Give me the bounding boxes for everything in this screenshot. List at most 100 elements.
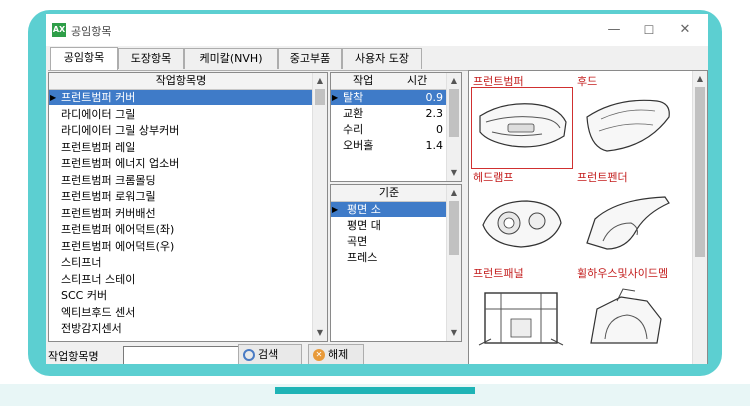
row-pointer-icon: ▶ — [332, 205, 339, 214]
work-time-header: 작업 시간 — [331, 73, 447, 90]
parts-image-panel: 프런트범퍼 후드 헤드램프 프런트펜더 프런트패널 휠하우스및사이드멤 ▲ — [468, 70, 708, 364]
time-cell: 1.4 — [425, 139, 444, 152]
work-cell: 탈착 — [343, 91, 364, 104]
standard-grid[interactable]: 기준 ▶ 평면 소평면 대곡면프레스 ▲ ▼ — [330, 184, 462, 342]
work-items-scrollbar[interactable]: ▲ ▼ — [312, 73, 327, 341]
work-items-header: 작업항목명 — [49, 73, 313, 90]
work-item-label: 스티프너 — [61, 256, 102, 269]
work-item-label: 라디에이터 그릴 — [61, 107, 136, 121]
standard-label: 곡면 — [347, 235, 368, 248]
close-button[interactable]: ✕ — [672, 20, 698, 40]
work-time-row[interactable]: 교환 2.3 — [331, 106, 447, 121]
parts-scrollbar[interactable]: ▲ — [692, 71, 707, 364]
scroll-down-icon[interactable]: ▼ — [447, 326, 461, 340]
search-button-label: 검색 — [258, 348, 279, 361]
work-item-row[interactable]: 프런트범퍼 커버배선 — [49, 206, 313, 221]
part-thumb-hood[interactable] — [577, 87, 677, 167]
tab-paint-items[interactable]: 도장항목 — [118, 48, 184, 69]
work-item-row[interactable]: 엑티브후드 센서 — [49, 305, 313, 320]
window-title: 공임항목 — [71, 25, 112, 38]
standard-row[interactable]: 곡면 — [331, 234, 447, 249]
work-item-label: 프런트범퍼 레일 — [61, 140, 136, 154]
work-item-row[interactable]: 라디에이터 그릴 — [49, 107, 313, 122]
tab-labor-items[interactable]: 공임항목 — [50, 47, 118, 70]
app-window: AX 공임항목 — ☐ ✕ 공임항목 도장항목 케미칼(NVH) 중고부품 사용… — [46, 14, 708, 364]
standard-scrollbar[interactable]: ▲ ▼ — [446, 185, 461, 341]
work-item-label: 프런트범퍼 에너지 업소버 — [61, 157, 180, 170]
tab-user-paint[interactable]: 사용자 도장 — [342, 48, 422, 69]
headlamp-icon — [482, 200, 562, 248]
title-bar: AX 공임항목 — ☐ ✕ — [46, 14, 708, 46]
front-panel-icon — [478, 292, 564, 346]
scroll-down-icon[interactable]: ▼ — [447, 166, 461, 180]
time-cell: 0 — [436, 123, 443, 136]
work-cell: 교환 — [343, 107, 364, 120]
hood-icon — [586, 99, 670, 152]
work-item-row[interactable]: 스티프너 — [49, 255, 313, 270]
part-thumb-wheel-house[interactable] — [577, 279, 677, 359]
standard-row[interactable]: 프레스 — [331, 250, 447, 265]
work-time-grid[interactable]: 작업 시간 ▶ 탈착 0.9 교환 2.3 수리 0 오버홀 1.4 ▲ ▼ — [330, 72, 462, 182]
search-button[interactable]: 검색 — [238, 344, 302, 364]
work-item-row[interactable]: SCC 커버 — [49, 288, 313, 303]
search-label: 작업항목명 — [48, 350, 99, 363]
work-item-row[interactable]: 스티프너 스테이 — [49, 272, 313, 287]
work-item-label: 라디에이터 그릴 상부커버 — [61, 124, 180, 137]
work-time-row[interactable]: 오버홀 1.4 — [331, 138, 447, 153]
scroll-thumb[interactable] — [695, 87, 705, 257]
scroll-thumb[interactable] — [449, 201, 459, 255]
app-icon: AX — [52, 23, 66, 37]
search-bar: 작업항목명 검색 ✕ 해제 — [46, 344, 466, 364]
clear-button-label: 해제 — [328, 348, 349, 361]
scroll-up-icon[interactable]: ▲ — [313, 74, 327, 88]
search-icon — [243, 349, 255, 361]
scroll-down-icon[interactable]: ▼ — [313, 326, 327, 340]
work-item-label: 프런트범퍼 커버 — [61, 91, 136, 104]
standard-row[interactable]: 평면 대 — [331, 218, 447, 233]
work-item-row[interactable]: 전방감지센서 — [49, 321, 313, 336]
standard-label: 평면 대 — [347, 219, 381, 232]
work-item-row[interactable]: 프런트범퍼 크롬몰딩 — [49, 173, 313, 188]
standard-label: 평면 소 — [347, 203, 381, 216]
work-item-row[interactable]: 프런트범퍼 레일 — [49, 140, 313, 155]
standard-row[interactable]: ▶ 평면 소 — [331, 202, 447, 217]
part-thumb-front-fender[interactable] — [577, 183, 677, 263]
part-thumb-headlamp[interactable] — [471, 183, 571, 263]
work-item-label: 프런트범퍼 에어덕트(우) — [61, 239, 175, 253]
work-item-row[interactable]: 프런트범퍼 에어덕트(우) — [49, 239, 313, 254]
work-item-label: 스티프너 스테이 — [61, 272, 136, 286]
maximize-button[interactable]: ☐ — [636, 20, 662, 40]
standard-label: 프레스 — [347, 251, 378, 264]
front-fender-icon — [586, 196, 670, 250]
work-item-row[interactable]: 라디에이터 그릴 상부커버 — [49, 123, 313, 138]
work-item-row[interactable]: 프런트범퍼 에어덕트(좌) — [49, 222, 313, 237]
work-item-row[interactable]: 프런트범퍼 에너지 업소버 — [49, 156, 313, 171]
scroll-thumb[interactable] — [449, 89, 459, 137]
work-time-row[interactable]: 수리 0 — [331, 122, 447, 137]
work-item-label: 프런트범퍼 에어덕트(좌) — [61, 223, 175, 236]
search-input[interactable] — [123, 346, 239, 364]
scroll-up-icon[interactable]: ▲ — [447, 186, 461, 200]
scroll-up-icon[interactable]: ▲ — [447, 74, 461, 88]
part-thumb-front-panel[interactable] — [471, 279, 571, 359]
work-cell: 오버홀 — [343, 139, 374, 152]
time-cell: 0.9 — [425, 91, 444, 104]
scroll-up-icon[interactable]: ▲ — [693, 72, 707, 86]
tab-chemical-nvh[interactable]: 케미칼(NVH) — [184, 48, 278, 69]
row-pointer-icon: ▶ — [50, 93, 57, 102]
part-thumb-front-bumper[interactable] — [471, 87, 573, 169]
work-item-label: 프런트범퍼 로워그릴 — [61, 190, 156, 203]
work-item-row[interactable]: ▶ 프런트범퍼 커버 — [49, 90, 313, 105]
work-item-row[interactable]: 프런트범퍼 로워그릴 — [49, 189, 313, 204]
work-item-label: 프런트범퍼 크롬몰딩 — [61, 173, 156, 187]
scroll-thumb[interactable] — [315, 89, 325, 105]
standard-header: 기준 — [331, 185, 447, 202]
work-time-row[interactable]: ▶ 탈착 0.9 — [331, 90, 447, 105]
tab-used-parts[interactable]: 중고부품 — [278, 48, 342, 69]
clear-button[interactable]: ✕ 해제 — [308, 344, 364, 364]
work-item-label: 엑티브후드 센서 — [61, 305, 136, 319]
front-bumper-icon — [479, 103, 567, 148]
work-items-grid[interactable]: 작업항목명 ▶ 프런트범퍼 커버 라디에이터 그릴 라디에이터 그릴 상부커버 프런트범… — [48, 72, 328, 342]
work-time-scrollbar[interactable]: ▲ ▼ — [446, 73, 461, 181]
minimize-button[interactable]: — — [601, 20, 627, 40]
